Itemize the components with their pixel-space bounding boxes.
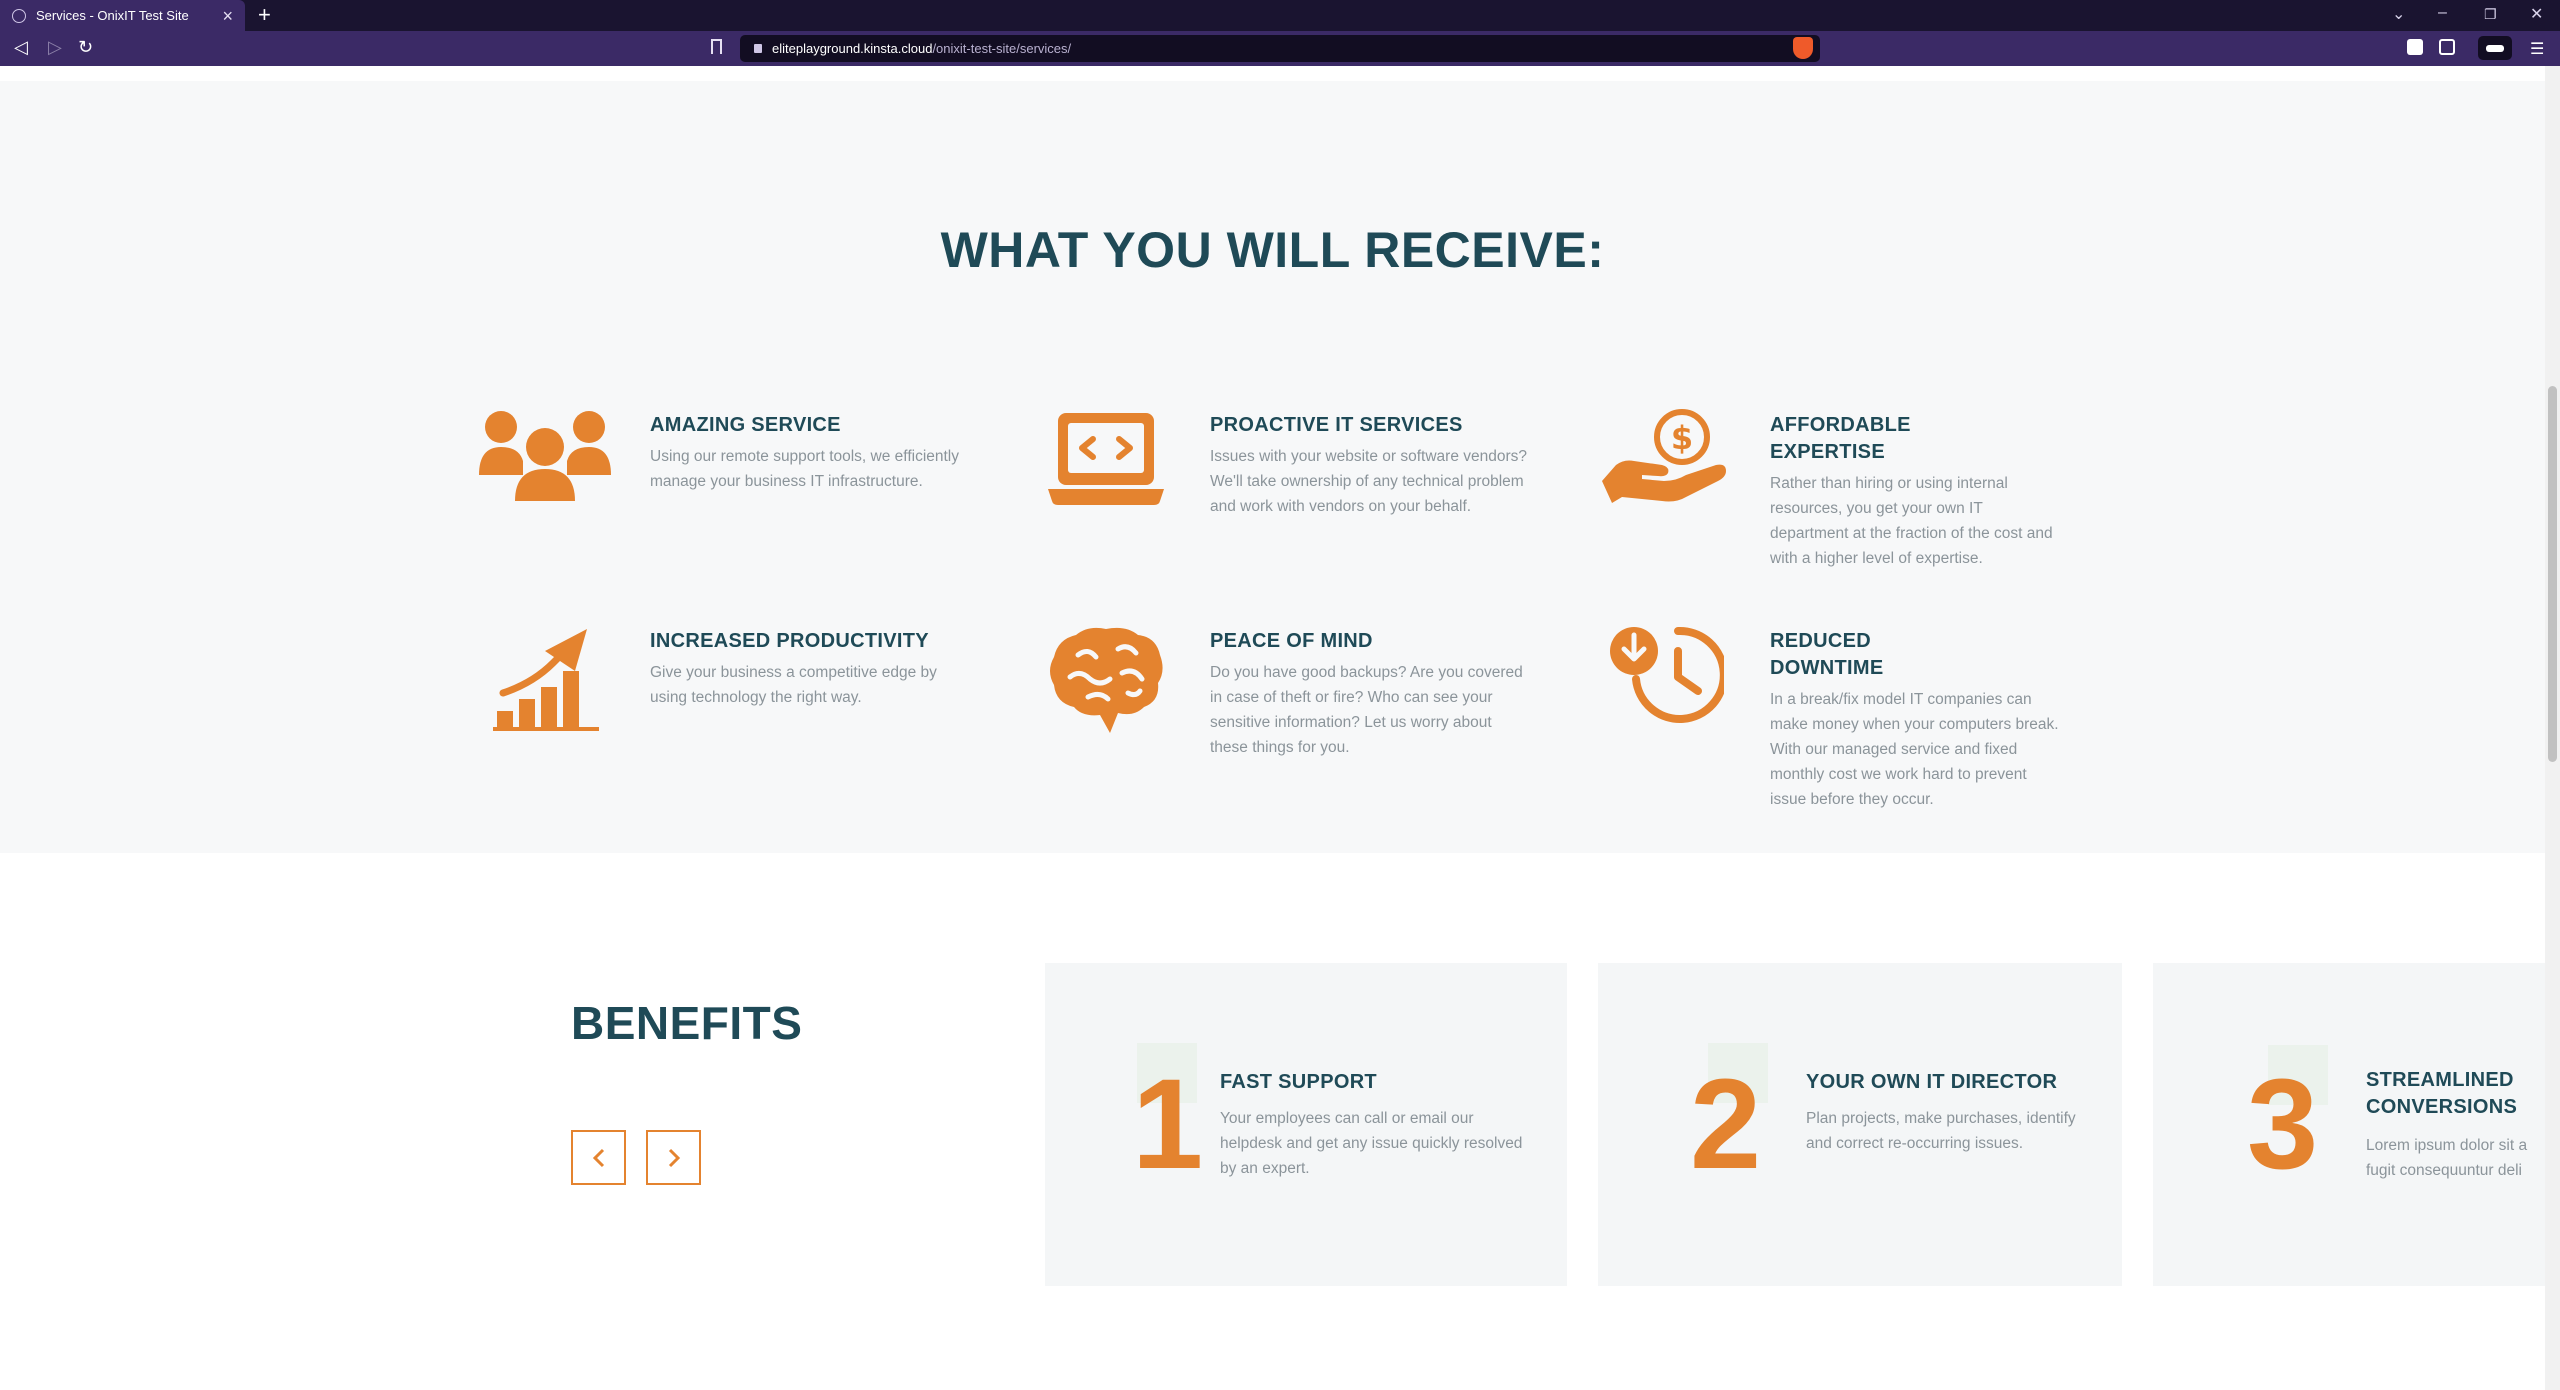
tab-search-icon[interactable]: ⌄ [2392, 4, 2405, 24]
feature-text: Do you have good backups? Are you covere… [1210, 664, 1523, 756]
feature-title: AFFORDABLE EXPERTISE [1770, 414, 1911, 463]
feature-proactive-it: PROACTIVE IT SERVICES Issues with your w… [1210, 412, 1530, 519]
clock-download-icon [1610, 626, 1724, 723]
benefit-title: YOUR OWN IT DIRECTOR [1806, 1071, 2058, 1093]
sidebar-icon[interactable] [2439, 39, 2455, 55]
feature-text: In a break/fix model IT companies can ma… [1770, 691, 2059, 808]
browser-toolbar: ◁ ▷ ↻ eliteplayground.kinsta.cloud/onixi… [0, 31, 2560, 66]
chevron-right-icon [668, 1148, 680, 1167]
receive-section: WHAT YOU WILL RECEIVE: AMAZING SERVICE U… [0, 81, 2545, 853]
growth-chart-icon [493, 629, 599, 731]
benefit-title: STREAMLINED CONVERSIONS [2366, 1069, 2518, 1118]
browser-tab[interactable]: Services - OnixIT Test Site × [0, 0, 245, 31]
feature-peace-of-mind: PEACE OF MIND Do you have good backups? … [1210, 628, 1530, 760]
benefit-number: 2 [1690, 1053, 1762, 1196]
back-icon[interactable]: ◁ [14, 37, 28, 58]
forward-icon[interactable]: ▷ [48, 37, 62, 58]
benefit-text: Lorem ipsum dolor sit a fugit consequunt… [2366, 1137, 2528, 1179]
menu-icon[interactable]: ☰ [2530, 39, 2544, 59]
next-button[interactable] [646, 1130, 701, 1185]
benefit-card: 1 FAST SUPPORT Your employees can call o… [1045, 963, 1567, 1286]
benefit-card: 3 STREAMLINED CONVERSIONS Lorem ipsum do… [2153, 963, 2545, 1286]
feature-title: AMAZING SERVICE [650, 414, 841, 436]
minimize-icon[interactable]: – [2438, 4, 2447, 22]
feature-title: REDUCED DOWNTIME [1770, 630, 1884, 679]
feature-text: Issues with your website or software ven… [1210, 448, 1528, 515]
feature-increased-productivity: INCREASED PRODUCTIVITY Give your busines… [650, 628, 970, 710]
feature-title: INCREASED PRODUCTIVITY [650, 630, 929, 652]
new-tab-button[interactable]: + [258, 2, 271, 28]
people-icon [479, 411, 611, 501]
url-host: eliteplayground.kinsta.cloud [772, 41, 933, 56]
reload-icon[interactable]: ↻ [78, 37, 93, 58]
laptop-code-icon [1048, 413, 1164, 505]
close-tab-icon[interactable]: × [222, 6, 233, 27]
globe-icon [12, 8, 26, 23]
wallet-icon[interactable] [2478, 36, 2512, 60]
feature-amazing-service: AMAZING SERVICE Using our remote support… [650, 412, 970, 494]
restore-icon[interactable]: ❐ [2484, 6, 2497, 23]
feature-text: Using our remote support tools, we effic… [650, 448, 960, 490]
svg-text:$: $ [1671, 419, 1693, 457]
feature-text: Rather than hiring or using internal res… [1770, 475, 2053, 567]
brave-shield-icon[interactable] [1793, 37, 1813, 59]
feature-title: PROACTIVE IT SERVICES [1210, 414, 1463, 436]
scrollbar-thumb[interactable] [2548, 386, 2557, 762]
tab-title: Services - OnixIT Test Site [36, 8, 189, 23]
feature-text: Give your business a competitive edge by… [650, 664, 937, 706]
chevron-left-icon [592, 1148, 604, 1167]
tab-strip: Services - OnixIT Test Site × + ⌄ – ❐ ✕ [0, 0, 2560, 31]
prev-button[interactable] [571, 1130, 626, 1185]
receive-heading: WHAT YOU WILL RECEIVE: [940, 222, 1605, 278]
extensions-icon[interactable] [2407, 39, 2423, 55]
benefit-text: Your employees can call or email our hel… [1220, 1110, 1523, 1177]
lock-icon [754, 44, 762, 53]
feature-title: PEACE OF MIND [1210, 630, 1373, 652]
address-bar[interactable]: eliteplayground.kinsta.cloud/onixit-test… [740, 35, 1820, 62]
hand-dollar-icon: $ [1602, 409, 1726, 503]
benefit-title: FAST SUPPORT [1220, 1071, 1377, 1093]
window-close-icon[interactable]: ✕ [2530, 4, 2543, 24]
feature-reduced-downtime: REDUCED DOWNTIME In a break/fix model IT… [1770, 628, 2060, 812]
brain-icon [1050, 627, 1163, 733]
benefit-card: 2 YOUR OWN IT DIRECTOR Plan projects, ma… [1598, 963, 2122, 1286]
benefit-text: Plan projects, make purchases, identify … [1806, 1110, 2076, 1152]
url-path: /onixit-test-site/services/ [932, 41, 1072, 56]
bookmark-icon[interactable] [711, 39, 722, 54]
benefit-number: 1 [1132, 1053, 1204, 1196]
benefits-title: BENEFITS [571, 997, 803, 1049]
benefit-number: 3 [2247, 1053, 2319, 1196]
feature-affordable-expertise: AFFORDABLE EXPERTISE Rather than hiring … [1770, 412, 2060, 571]
